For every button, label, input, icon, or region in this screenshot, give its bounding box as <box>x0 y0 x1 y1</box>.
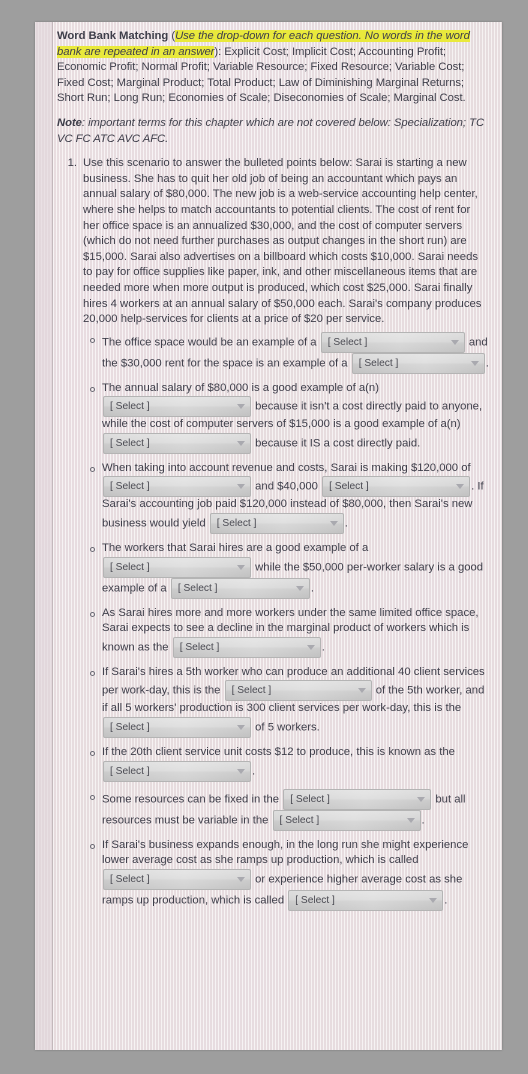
bullet-annual-salary-select-2[interactable]: [ Select ] <box>103 432 251 454</box>
bullet-marginal-cost-select-1[interactable]: [ Select ] <box>103 760 251 782</box>
select-placeholder-label: [ Select ] <box>110 437 150 449</box>
select-placeholder-label: [ Select ] <box>231 685 272 697</box>
select-placeholder-label: [ Select ] <box>279 814 320 826</box>
chevron-down-icon <box>237 725 245 731</box>
bullet-revenue-costs-text-0: When taking into account revenue and cos… <box>102 461 471 474</box>
word-bank-paren-close: ): <box>214 45 225 58</box>
chevron-down-icon <box>237 564 245 570</box>
select-placeholder-label: [ Select ] <box>110 765 150 777</box>
question-number: 1. <box>67 157 77 170</box>
note-label: Note <box>57 116 82 129</box>
bullet-workers: The workers that Sarai hires are a good … <box>89 541 489 599</box>
chevron-down-icon <box>470 360 479 366</box>
bullet-workers-select-2[interactable]: [ Select ] <box>170 577 310 599</box>
chevron-down-icon <box>237 876 245 882</box>
select-placeholder-label: [ Select ] <box>110 401 150 413</box>
bullet-economies-of-scale-select-2[interactable]: [ Select ] <box>288 889 444 911</box>
document-page: Word Bank Matching (Use the drop-down fo… <box>35 22 502 1050</box>
chevron-down-icon <box>306 644 315 650</box>
bullet-fifth-worker-text-4: of 5 workers. <box>252 721 320 734</box>
chevron-down-icon <box>429 897 438 903</box>
bullet-marginal-cost-text-2: . <box>252 765 256 778</box>
chevron-down-icon <box>456 484 465 490</box>
chevron-down-icon <box>295 585 304 591</box>
chevron-down-icon <box>450 339 459 345</box>
chevron-down-icon <box>237 404 245 410</box>
select-placeholder-label: [ Select ] <box>295 894 335 906</box>
chevron-down-icon <box>237 440 245 446</box>
select-placeholder-label: [ Select ] <box>358 357 399 369</box>
margin-rule <box>52 22 53 1050</box>
select-placeholder-label: [ Select ] <box>110 873 150 885</box>
select-placeholder-label: [ Select ] <box>110 722 150 734</box>
bullet-revenue-costs-text-2: and $40,000 <box>252 480 322 493</box>
chevron-down-icon <box>417 796 426 802</box>
question-scenario: Use this scenario to answer the bulleted… <box>83 157 482 326</box>
bullet-revenue-costs-select-3[interactable]: [ Select ] <box>209 513 344 535</box>
bullet-annual-salary-text-0: The annual salary of $80,000 is a good e… <box>102 381 379 394</box>
chevron-down-icon <box>237 484 245 490</box>
bullet-workers-text-4: . <box>310 582 314 595</box>
photo-background: Word Bank Matching (Use the drop-down fo… <box>0 0 528 1074</box>
chevron-down-icon <box>329 521 338 527</box>
bullet-diminishing-returns-select-1[interactable]: [ Select ] <box>172 636 321 658</box>
chevron-down-icon <box>357 688 366 694</box>
bullet-revenue-costs-select-1[interactable]: [ Select ] <box>103 476 251 498</box>
chevron-down-icon <box>237 768 245 774</box>
document-content: Word Bank Matching (Use the drop-down fo… <box>57 29 489 918</box>
bullet-fixed-variable-run: Some resources can be fixed in the [ Sel… <box>89 788 489 831</box>
bullet-office-space-text-0: The office space would be an example of … <box>102 336 320 349</box>
bullet-fifth-worker-select-1[interactable]: [ Select ] <box>224 680 372 702</box>
bullet-economies-of-scale-text-0: If Sarai's business expands enough, in t… <box>102 838 469 867</box>
bullet-fifth-worker: If Sarai's hires a 5th worker who can pr… <box>89 665 489 739</box>
bullet-workers-text-0: The workers that Sarai hires are a good … <box>102 542 369 555</box>
bullet-office-space-text-4: . <box>485 357 489 370</box>
bullet-revenue-costs-text-6: . <box>344 517 348 530</box>
bullet-fixed-variable-run-select-2[interactable]: [ Select ] <box>272 809 421 831</box>
bullet-economies-of-scale: If Sarai's business expands enough, in t… <box>89 838 489 911</box>
word-bank-title: Word Bank Matching <box>57 30 169 42</box>
word-bank-paragraph: Word Bank Matching (Use the drop-down fo… <box>57 29 489 107</box>
select-placeholder-label: [ Select ] <box>329 481 369 493</box>
select-placeholder-label: [ Select ] <box>290 793 330 805</box>
select-placeholder-label: [ Select ] <box>110 561 150 573</box>
bullet-fixed-variable-run-select-1[interactable]: [ Select ] <box>283 788 432 810</box>
bullet-fixed-variable-run-text-4: . <box>421 814 425 827</box>
bullet-annual-salary: The annual salary of $80,000 is a good e… <box>89 381 489 454</box>
bullet-diminishing-returns: As Sarai hires more and more workers und… <box>89 606 489 658</box>
chevron-down-icon <box>406 817 415 823</box>
bullet-economies-of-scale-text-4: . <box>444 894 448 907</box>
bullet-economies-of-scale-select-1[interactable]: [ Select ] <box>103 868 251 890</box>
bullet-annual-salary-text-4: because it IS a cost directly paid. <box>252 437 421 450</box>
bullet-workers-select-1[interactable]: [ Select ] <box>103 556 251 578</box>
page-gutter <box>35 22 52 1050</box>
bullet-revenue-costs-select-2[interactable]: [ Select ] <box>322 476 471 498</box>
sub-question-list: The office space would be an example of … <box>57 331 489 911</box>
bullet-office-space: The office space would be an example of … <box>89 331 489 374</box>
bullet-fifth-worker-select-2[interactable]: [ Select ] <box>103 717 251 739</box>
note-paragraph: Note: important terms for this chapter w… <box>57 116 489 147</box>
bullet-office-space-select-2[interactable]: [ Select ] <box>351 352 485 374</box>
select-placeholder-label: [ Select ] <box>177 582 218 594</box>
select-placeholder-label: [ Select ] <box>179 641 220 653</box>
bullet-marginal-cost-text-0: If the 20th client service unit costs $1… <box>102 746 455 759</box>
bullet-revenue-costs: When taking into account revenue and cos… <box>89 461 489 535</box>
select-placeholder-label: [ Select ] <box>110 481 150 493</box>
bullet-office-space-select-1[interactable]: [ Select ] <box>320 331 465 353</box>
select-placeholder-label: [ Select ] <box>216 518 257 530</box>
question-1: 1. Use this scenario to answer the bulle… <box>57 156 489 328</box>
bullet-marginal-cost: If the 20th client service unit costs $1… <box>89 745 489 782</box>
bullet-diminishing-returns-text-2: . <box>321 641 325 654</box>
select-placeholder-label: [ Select ] <box>327 336 368 348</box>
bullet-fixed-variable-run-text-0: Some resources can be fixed in the <box>102 793 283 806</box>
note-text: : important terms for this chapter which… <box>57 116 485 145</box>
bullet-annual-salary-select-1[interactable]: [ Select ] <box>103 396 251 418</box>
